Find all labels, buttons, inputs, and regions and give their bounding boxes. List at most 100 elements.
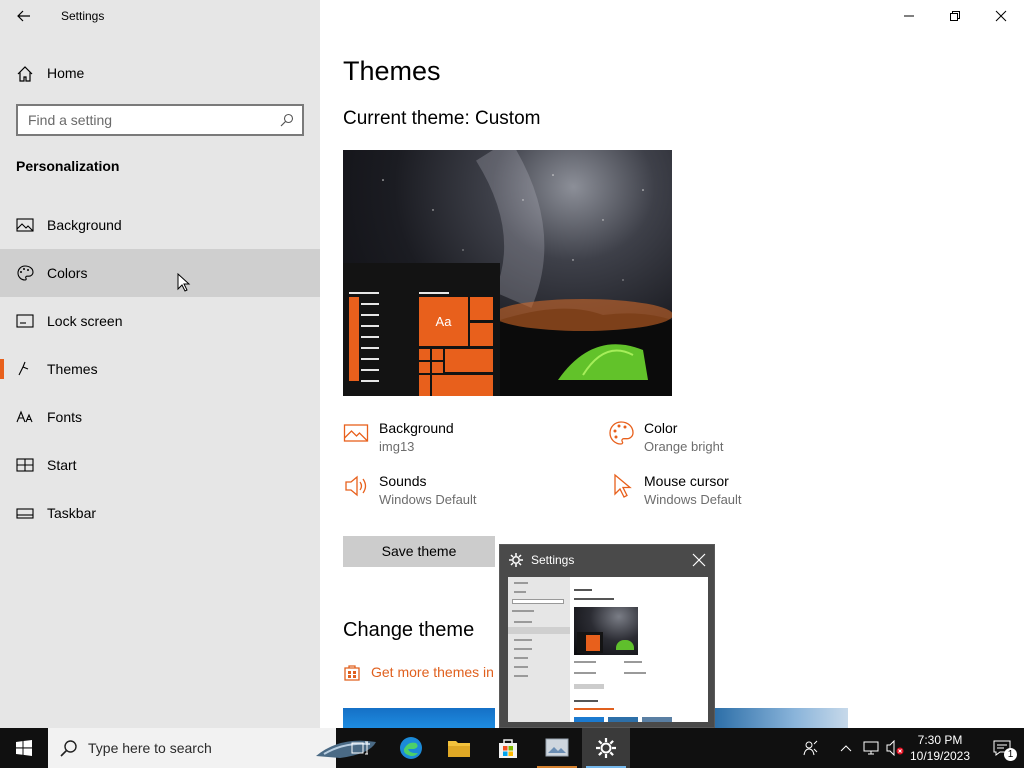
home-label: Home (47, 65, 85, 81)
restore-button[interactable] (932, 0, 978, 32)
minimize-button[interactable] (886, 0, 932, 32)
color-property[interactable]: Color Orange bright (608, 420, 848, 460)
property-value: img13 (379, 439, 415, 454)
minimize-icon (904, 15, 914, 17)
taskbar-edge[interactable] (387, 728, 435, 768)
app-title: Settings (61, 9, 105, 23)
taskbar-window-thumbnail[interactable]: Settings (499, 544, 715, 728)
gear-icon (596, 738, 616, 758)
start-menu-preview: Aa (343, 263, 500, 396)
edge-icon (400, 737, 422, 759)
taskbar-clock[interactable]: 7:30 PM 10/19/2023 (900, 732, 980, 764)
property-value: Windows Default (644, 492, 742, 507)
close-icon[interactable] (692, 553, 706, 567)
sidebar-item-label: Themes (47, 361, 98, 377)
back-button[interactable] (8, 4, 40, 28)
sidebar-item-colors[interactable]: Colors (0, 249, 320, 297)
home-link[interactable]: Home (0, 57, 320, 89)
taskbar: Type here to search 7:30 PM 10/19/2023 1 (0, 728, 1024, 768)
window-preview-mini (508, 577, 708, 722)
taskbar-settings[interactable] (582, 728, 630, 768)
sidebar: Settings Home Find a setting Personaliza… (0, 0, 320, 728)
gear-icon (509, 553, 523, 567)
themes-icon (18, 361, 29, 376)
windows-logo-icon (16, 740, 32, 756)
section-title: Personalization (16, 158, 120, 174)
store-bag-icon (344, 665, 360, 681)
store-icon (499, 739, 517, 758)
folder-icon (448, 741, 470, 757)
property-value: Windows Default (379, 492, 477, 507)
cursor-icon (614, 473, 632, 498)
picture-icon (16, 218, 34, 232)
sounds-property[interactable]: Sounds Windows Default (343, 473, 583, 513)
sidebar-item-label: Fonts (47, 409, 83, 425)
mouse-pointer-icon (177, 273, 191, 292)
store-link-label: Get more themes in (371, 664, 494, 680)
taskbar-file-explorer[interactable] (435, 728, 483, 768)
lock-screen-icon (16, 314, 34, 328)
thumbnail-header: Settings (500, 545, 714, 576)
mini-sidebar (508, 577, 570, 722)
taskbar-search-placeholder: Type here to search (88, 740, 212, 756)
back-arrow-icon (17, 10, 30, 22)
sidebar-item-fonts[interactable]: Fonts (0, 393, 320, 441)
search-icon (60, 740, 77, 757)
start-icon (16, 458, 34, 472)
sidebar-item-lock-screen[interactable]: Lock screen (0, 297, 320, 345)
background-property[interactable]: Background img13 (343, 420, 583, 460)
sidebar-item-taskbar[interactable]: Taskbar (0, 489, 320, 537)
thumbnail-title: Settings (531, 553, 575, 567)
clock-time: 7:30 PM (917, 733, 963, 747)
search-icon (280, 113, 294, 127)
task-view-icon (351, 741, 368, 755)
sidebar-item-label: Colors (47, 265, 88, 281)
task-view-button[interactable] (336, 728, 384, 768)
property-name: Background (379, 420, 454, 436)
theme-thumbnail[interactable] (343, 708, 495, 728)
sidebar-item-label: Start (47, 457, 77, 473)
sidebar-item-start[interactable]: Start (0, 441, 320, 489)
start-button[interactable] (0, 728, 48, 768)
close-button[interactable] (978, 0, 1024, 32)
sidebar-item-label: Lock screen (47, 313, 123, 329)
close-icon (995, 10, 1007, 22)
people-icon (803, 740, 818, 756)
sidebar-item-label: Background (47, 217, 122, 233)
sidebar-item-background[interactable]: Background (0, 201, 320, 249)
home-icon (17, 66, 33, 82)
action-center-button[interactable]: 1 (980, 728, 1024, 768)
selected-indicator (0, 359, 4, 379)
sidebar-item-themes[interactable]: Themes (0, 345, 320, 393)
picture-icon (343, 424, 369, 442)
taskbar-photos[interactable] (533, 728, 581, 768)
theme-thumbnail[interactable] (715, 708, 848, 728)
people-button[interactable] (798, 728, 824, 768)
clock-date: 10/19/2023 (909, 749, 971, 763)
speaker-icon (345, 475, 367, 497)
show-hidden-icons-button[interactable] (836, 728, 856, 768)
page-title: Themes (343, 56, 441, 86)
property-name: Mouse cursor (644, 473, 729, 489)
chevron-up-icon (840, 745, 852, 752)
photo-viewer-icon (545, 738, 569, 757)
find-setting-input[interactable]: Find a setting (16, 104, 304, 136)
sidebar-item-label: Taskbar (47, 505, 97, 521)
get-more-themes-link[interactable]: Get more themes in (343, 662, 494, 682)
network-button[interactable] (860, 728, 882, 768)
theme-preview: Aa (343, 150, 672, 396)
mini-theme-preview (574, 607, 638, 655)
property-value: Orange bright (644, 439, 724, 454)
current-theme-label: Current theme: Custom (343, 108, 541, 129)
search-placeholder: Find a setting (28, 112, 113, 128)
taskbar-store[interactable] (484, 728, 532, 768)
fonts-icon (16, 410, 33, 423)
network-icon (863, 741, 879, 755)
palette-icon (609, 421, 634, 445)
notification-count-badge: 1 (1004, 748, 1017, 761)
mouse-cursor-property[interactable]: Mouse cursor Windows Default (608, 473, 848, 513)
change-theme-heading: Change theme (343, 619, 475, 641)
taskbar-icon (16, 508, 34, 519)
taskbar-search-box[interactable]: Type here to search (48, 728, 376, 768)
save-theme-button[interactable]: Save theme (343, 536, 495, 567)
